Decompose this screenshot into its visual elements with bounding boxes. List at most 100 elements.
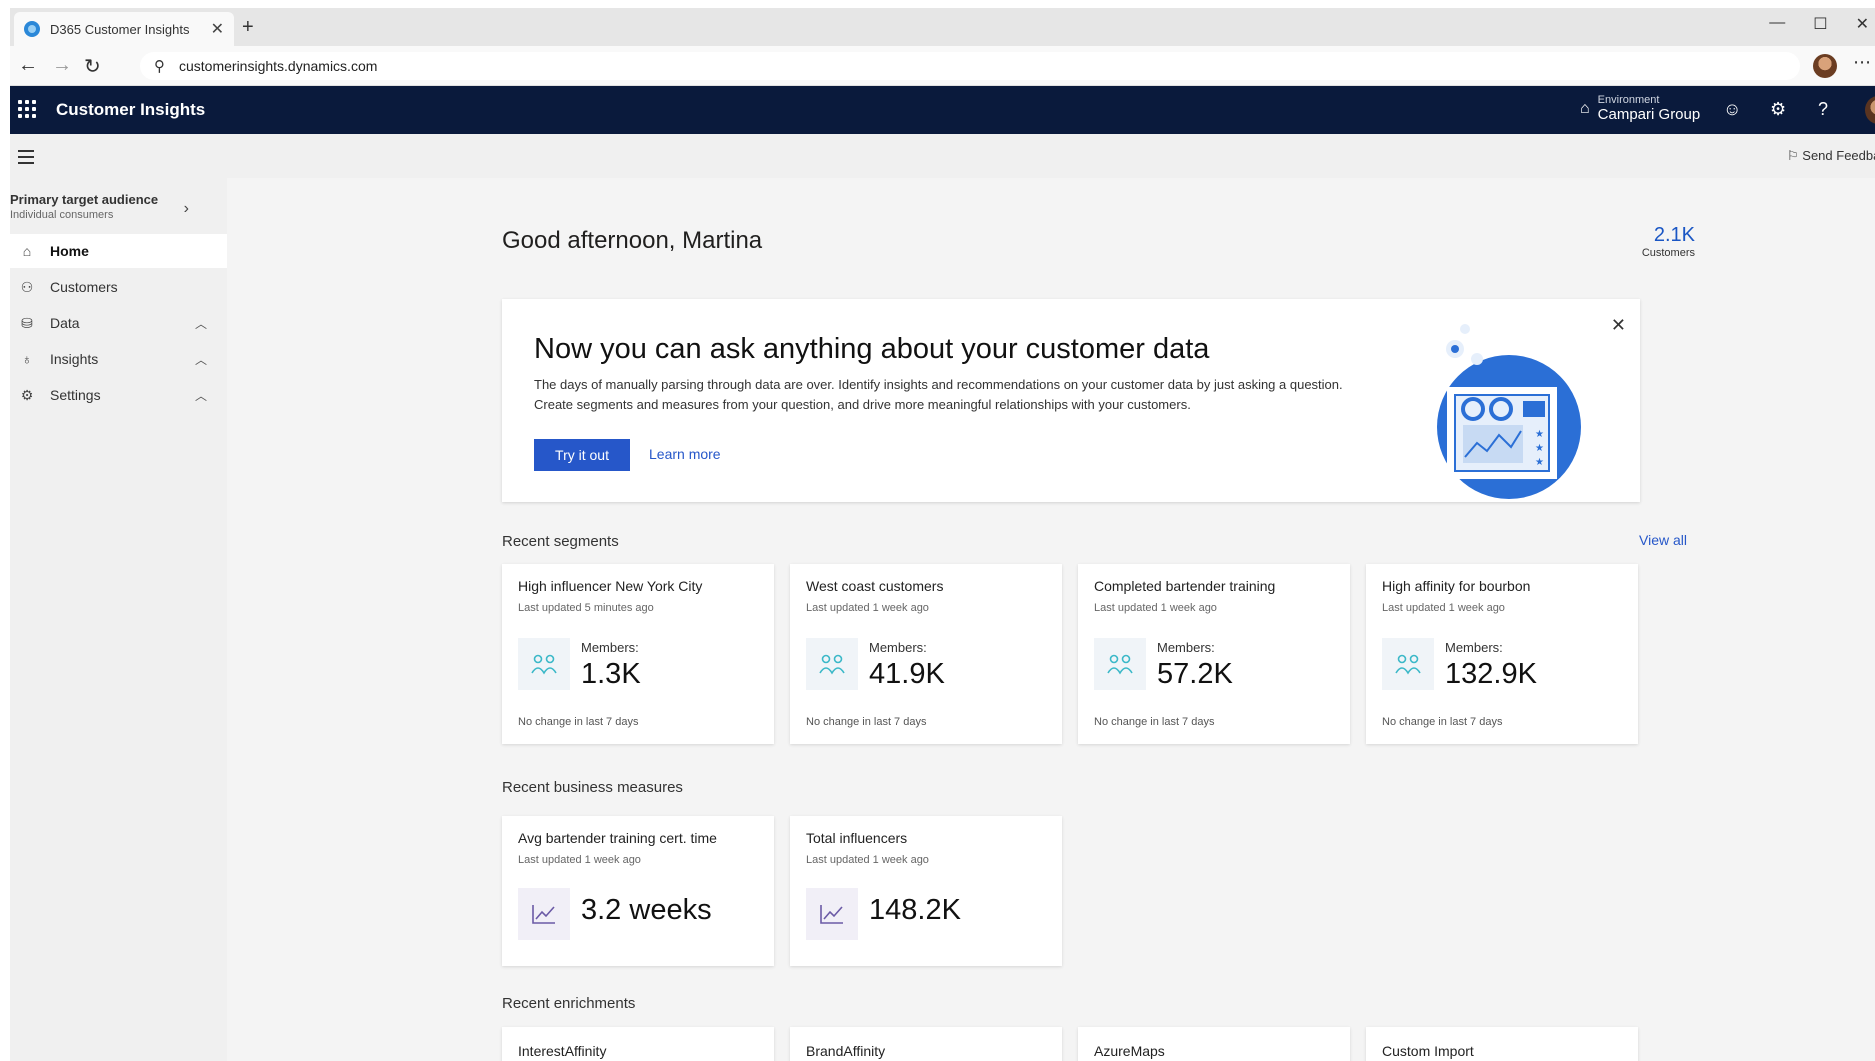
hamburger-menu-icon[interactable] xyxy=(18,150,34,168)
segment-card[interactable]: High affinity for bourbon Last updated 1… xyxy=(1366,564,1638,744)
gear-icon[interactable]: ⚙ xyxy=(1770,99,1786,120)
app-name[interactable]: Customer Insights xyxy=(56,100,205,120)
environment-value: Campari Group xyxy=(1597,106,1701,123)
segment-card[interactable]: High influencer New York City Last updat… xyxy=(502,564,774,744)
segment-people-icon xyxy=(1382,638,1434,690)
svg-text:★: ★ xyxy=(1535,457,1544,468)
measure-title: Avg bartender training cert. time xyxy=(518,830,717,846)
recent-enrichments-heading: Recent enrichments xyxy=(502,995,636,1012)
feedback-icon: ⚐ xyxy=(1787,148,1803,163)
help-icon[interactable]: ? xyxy=(1818,99,1828,120)
measure-title: Total influencers xyxy=(806,830,908,846)
greeting: Good afternoon, Martina xyxy=(502,227,763,254)
sidebar-item-customers[interactable]: ⚇ Customers xyxy=(10,270,227,304)
sidebar: Primary target audience Individual consu… xyxy=(10,134,227,1061)
segment-footer: No change in last 7 days xyxy=(1382,716,1503,728)
segment-people-icon xyxy=(518,638,570,690)
customers-count-label: Customers xyxy=(1641,247,1695,259)
send-feedback-button[interactable]: ⚐ Send Feedbac xyxy=(1787,148,1875,164)
view-all-link[interactable]: View all xyxy=(1639,532,1687,548)
url-text: customerinsights.dynamics.com xyxy=(179,58,378,74)
address-bar: ← → ↻ ⚲ customerinsights.dynamics.com ⋯ xyxy=(10,46,1875,86)
try-it-out-button[interactable]: Try it out xyxy=(534,439,630,471)
enrichment-title: InterestAffinity xyxy=(518,1043,607,1059)
smiley-feedback-icon[interactable]: ☺ xyxy=(1723,99,1741,120)
url-input[interactable]: ⚲ customerinsights.dynamics.com xyxy=(140,52,1800,80)
customers-count[interactable]: 2.1K Customers xyxy=(1575,224,1695,259)
tab-title: D365 Customer Insights xyxy=(50,21,190,37)
sidebar-item-label: Insights xyxy=(50,351,99,367)
lightbulb-icon: ♁ xyxy=(21,351,33,367)
hero-banner: Now you can ask anything about your cust… xyxy=(502,299,1640,502)
svg-text:★: ★ xyxy=(1535,429,1544,440)
close-icon[interactable]: ✕ xyxy=(1611,315,1626,336)
chevron-up-icon: ︿ xyxy=(194,388,207,403)
minimize-icon[interactable]: — xyxy=(1769,14,1785,34)
command-bar: ⚐ Send Feedbac xyxy=(227,134,1875,178)
maximize-icon[interactable]: ☐ xyxy=(1813,14,1827,34)
measure-updated: Last updated 1 week ago xyxy=(806,854,929,866)
enrichment-card[interactable]: Custom Import xyxy=(1366,1027,1638,1061)
user-avatar[interactable] xyxy=(1865,96,1875,124)
segment-title: High affinity for bourbon xyxy=(1382,578,1531,594)
app-launcher-icon[interactable] xyxy=(18,100,36,118)
segment-footer: No change in last 7 days xyxy=(518,716,639,728)
enrichment-card[interactable]: BrandAffinity xyxy=(790,1027,1062,1061)
new-tab-icon[interactable]: + xyxy=(242,16,254,39)
send-feedback-label: Send Feedbac xyxy=(1802,148,1875,163)
members-value: 57.2K xyxy=(1157,658,1233,690)
measure-value: 148.2K xyxy=(869,894,961,926)
measure-updated: Last updated 1 week ago xyxy=(518,854,641,866)
close-window-icon[interactable]: ✕ xyxy=(1856,14,1869,34)
chevron-up-icon: ︿ xyxy=(194,316,207,331)
sidebar-item-label: Data xyxy=(50,315,80,331)
chevron-up-icon: ︿ xyxy=(194,352,207,367)
enrichment-title: Custom Import xyxy=(1382,1043,1474,1059)
more-options-icon[interactable]: ⋯ xyxy=(1853,52,1871,73)
sidebar-item-data[interactable]: ⛁ Data ︿ xyxy=(10,306,227,340)
learn-more-link[interactable]: Learn more xyxy=(649,446,721,462)
members-label: Members: xyxy=(869,640,927,655)
back-arrow-icon[interactable]: ← xyxy=(18,54,38,77)
sidebar-item-settings[interactable]: ⚙ Settings ︿ xyxy=(10,378,227,412)
browser-tab[interactable]: D365 Customer Insights ✕ xyxy=(14,12,234,46)
enrichment-card[interactable]: AzureMaps xyxy=(1078,1027,1350,1061)
forward-arrow-icon[interactable]: → xyxy=(52,54,72,77)
search-icon: ⚲ xyxy=(154,58,165,75)
home-icon: ⌂ xyxy=(22,243,32,259)
close-tab-icon[interactable]: ✕ xyxy=(211,19,224,39)
segment-updated: Last updated 1 week ago xyxy=(806,602,929,614)
segment-card[interactable]: West coast customers Last updated 1 week… xyxy=(790,564,1062,744)
enrichment-title: AzureMaps xyxy=(1094,1043,1165,1059)
customers-count-value: 2.1K xyxy=(1653,224,1695,246)
refresh-icon[interactable]: ↻ xyxy=(84,54,101,79)
members-value: 1.3K xyxy=(581,658,641,690)
main-content: ⚐ Send Feedbac Good afternoon, Martina 2… xyxy=(227,134,1875,1061)
segment-title: High influencer New York City xyxy=(518,578,703,594)
segment-title: West coast customers xyxy=(806,578,944,594)
sidebar-item-label: Settings xyxy=(50,387,101,403)
recent-segments-heading: Recent segments xyxy=(502,533,619,550)
browser-profile-avatar[interactable] xyxy=(1813,54,1837,78)
members-value: 132.9K xyxy=(1445,658,1537,690)
measure-value: 3.2 weeks xyxy=(581,894,712,926)
browser-window: D365 Customer Insights ✕ + — ☐ ✕ ← → ↻ ⚲… xyxy=(10,8,1875,1061)
sidebar-item-insights[interactable]: ♁ Insights ︿ xyxy=(10,342,227,376)
app-header: Customer Insights ⌂ Environment Campari … xyxy=(10,86,1875,134)
measure-card[interactable]: Avg bartender training cert. time Last u… xyxy=(502,816,774,966)
environment-picker[interactable]: ⌂ Environment Campari Group xyxy=(1580,94,1700,123)
svg-text:★: ★ xyxy=(1535,443,1544,454)
segment-footer: No change in last 7 days xyxy=(1094,716,1215,728)
sidebar-item-label: Home xyxy=(50,243,89,259)
dynamics-favicon-icon xyxy=(24,21,40,37)
audience-selector[interactable]: Primary target audience Individual consu… xyxy=(10,192,227,232)
segment-card[interactable]: Completed bartender training Last update… xyxy=(1078,564,1350,744)
segment-updated: Last updated 1 week ago xyxy=(1094,602,1217,614)
chevron-right-icon: › xyxy=(183,200,189,217)
enrichment-card[interactable]: InterestAffinity xyxy=(502,1027,774,1061)
trend-chart-icon xyxy=(518,888,570,940)
measure-card[interactable]: Total influencers Last updated 1 week ag… xyxy=(790,816,1062,966)
segment-people-icon xyxy=(806,638,858,690)
sidebar-item-home[interactable]: ⌂ Home xyxy=(10,234,227,268)
segment-title: Completed bartender training xyxy=(1094,578,1276,594)
